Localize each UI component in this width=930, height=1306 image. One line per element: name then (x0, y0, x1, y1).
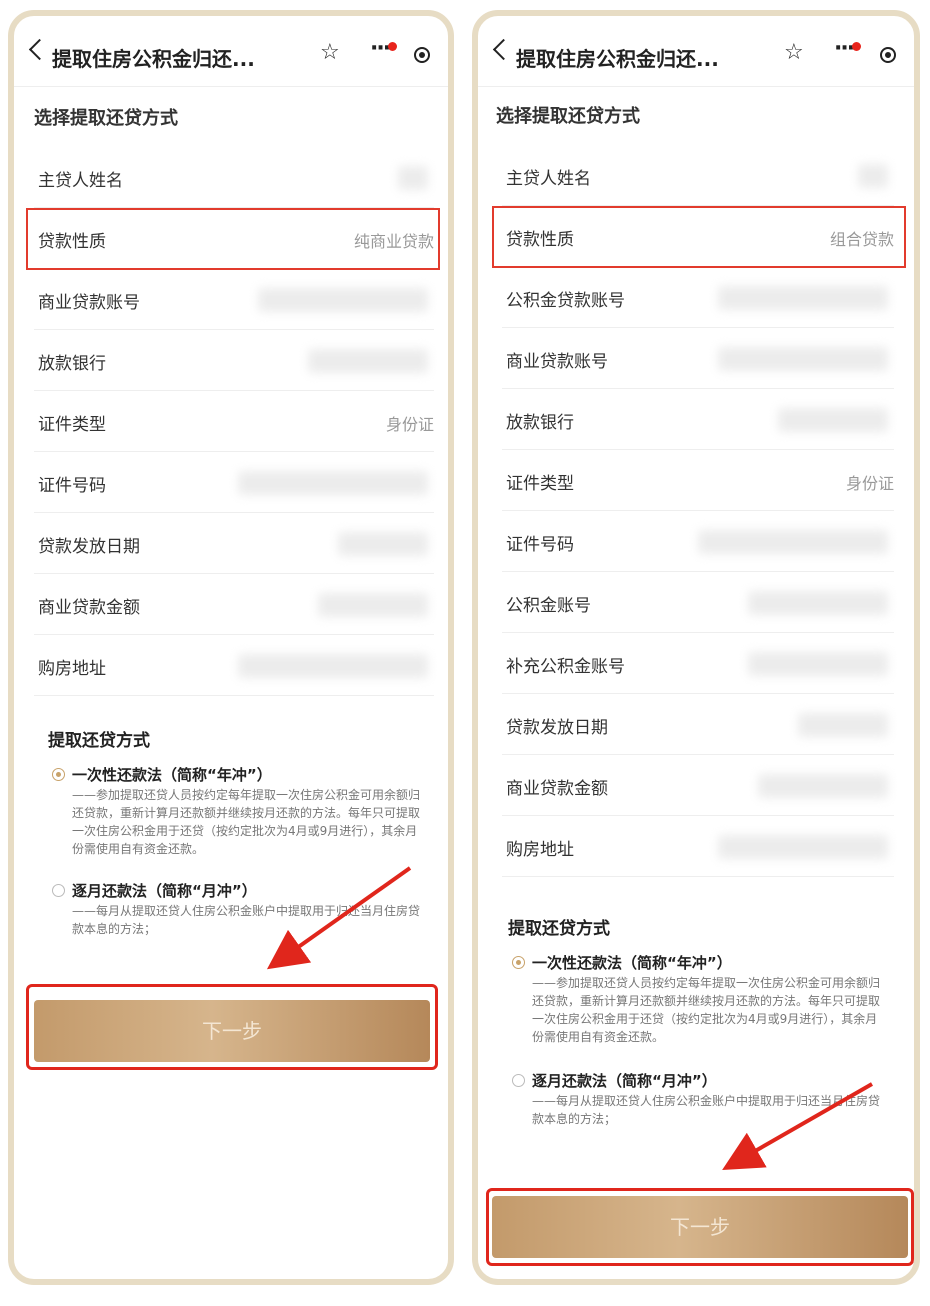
loan-type-highlight (492, 206, 906, 268)
form-row[interactable]: 放款银行 (34, 331, 434, 391)
star-icon[interactable]: ☆ (784, 42, 804, 64)
option-annual-desc: ——参加提取还贷人员按约定每年提取一次住房公积金可用余额归还贷款，重新计算月还款… (532, 976, 881, 1044)
form-row[interactable]: 购房地址 (502, 817, 894, 877)
form-row[interactable]: 商业贷款金额 (34, 575, 434, 635)
form-row[interactable]: 贷款发放日期 (502, 695, 894, 755)
phone-screen-left: 提取住房公积金归还... ☆ ··· 选择提取还贷方式 主贷人姓名 贷款性质 纯商业… (8, 10, 454, 1285)
form-row[interactable]: 证件号码 (34, 453, 434, 513)
field-label: 商业贷款金额 (38, 598, 140, 618)
field-label: 贷款发放日期 (506, 718, 608, 738)
option-monthly-desc: ——每月从提取还贷人住房公积金账户中提取用于归还当月住房贷款本息的方法； (72, 904, 421, 936)
star-icon[interactable]: ☆ (320, 42, 340, 64)
section-title: 选择提取还贷方式 (34, 108, 178, 129)
redacted-value (238, 654, 428, 678)
nav-title: 提取住房公积金归还... (516, 47, 719, 71)
section-title: 选择提取还贷方式 (496, 106, 640, 127)
record-circle-icon[interactable] (414, 47, 430, 63)
field-label: 商业贷款账号 (506, 352, 608, 372)
notification-dot-icon (852, 42, 861, 51)
field-label: 放款银行 (38, 354, 106, 374)
field-label: 证件类型 (38, 415, 106, 435)
more-dots-icon[interactable]: ··· (834, 38, 855, 60)
form-row[interactable]: 证件类型 身份证 (502, 451, 894, 511)
repayment-method-title: 提取还贷方式 (48, 731, 150, 751)
field-label: 证件号码 (506, 535, 574, 555)
radio-annual[interactable] (512, 956, 525, 969)
form-row[interactable]: 公积金贷款账号 (502, 268, 894, 328)
option-annual-desc: ——参加提取还贷人员按约定每年提取一次住房公积金可用余额归还贷款，重新计算月还款… (72, 788, 421, 856)
redacted-value (238, 471, 428, 495)
option-monthly-title[interactable]: 逐月还款法（简称“月冲”） (532, 1070, 717, 1091)
field-label: 商业贷款账号 (38, 293, 140, 313)
form-row[interactable]: 放款银行 (502, 390, 894, 450)
redacted-value (718, 835, 888, 859)
field-label: 放款银行 (506, 413, 574, 433)
field-label: 补充公积金账号 (506, 657, 625, 677)
nav-title: 提取住房公积金归还... (52, 47, 255, 71)
form-row[interactable]: 主贷人姓名 (34, 148, 434, 208)
redacted-value (698, 530, 888, 554)
notification-dot-icon (388, 42, 397, 51)
redacted-value (748, 652, 888, 676)
field-value: 身份证 (845, 474, 894, 493)
redacted-value (778, 408, 888, 432)
field-label: 购房地址 (38, 659, 106, 679)
redacted-value (748, 591, 888, 615)
form-row[interactable]: 贷款发放日期 (34, 514, 434, 574)
field-label: 商业贷款金额 (506, 779, 608, 799)
more-dots-icon[interactable]: ··· (370, 38, 391, 60)
nav-bar: 提取住房公积金归还... ☆ ··· (14, 16, 448, 86)
repayment-method-title: 提取还贷方式 (508, 919, 610, 939)
radio-monthly[interactable] (512, 1074, 525, 1087)
option-annual-title[interactable]: 一次性还款法（简称“年冲”） (72, 764, 272, 785)
loan-type-highlight (26, 208, 440, 270)
record-circle-icon[interactable] (880, 47, 896, 63)
option-annual-title[interactable]: 一次性还款法（简称“年冲”） (532, 952, 732, 973)
redacted-value (398, 166, 428, 190)
redacted-value (798, 713, 888, 737)
phone-screen-right: 提取住房公积金归还... ☆ ··· 选择提取还贷方式 主贷人姓名 贷款性质 组合贷… (472, 10, 920, 1285)
field-label: 主贷人姓名 (506, 169, 591, 189)
redacted-value (858, 164, 888, 188)
form-row[interactable]: 商业贷款金额 (502, 756, 894, 816)
form-row[interactable]: 购房地址 (34, 636, 434, 696)
redacted-value (718, 286, 888, 310)
form-row[interactable]: 公积金账号 (502, 573, 894, 633)
field-label: 公积金账号 (506, 596, 591, 616)
redacted-value (318, 593, 428, 617)
form-row[interactable]: 主贷人姓名 (502, 146, 894, 206)
nav-bar: 提取住房公积金归还... ☆ ··· (478, 16, 914, 86)
redacted-value (758, 774, 888, 798)
redacted-value (308, 349, 428, 373)
option-monthly-title[interactable]: 逐月还款法（简称“月冲”） (72, 880, 257, 901)
radio-monthly[interactable] (52, 884, 65, 897)
back-chevron-icon[interactable] (492, 38, 515, 61)
option-monthly-desc: ——每月从提取还贷人住房公积金账户中提取用于归还当月住房贷款本息的方法； (532, 1094, 881, 1126)
field-value: 身份证 (385, 415, 434, 434)
field-label: 公积金贷款账号 (506, 291, 625, 311)
form-row[interactable]: 商业贷款账号 (502, 329, 894, 389)
form-row[interactable]: 证件号码 (502, 512, 894, 572)
field-label: 证件类型 (506, 474, 574, 494)
back-chevron-icon[interactable] (28, 38, 51, 61)
field-label: 主贷人姓名 (38, 171, 123, 191)
next-button[interactable]: 下一步 (34, 1000, 430, 1062)
next-button[interactable]: 下一步 (492, 1196, 908, 1258)
form-row[interactable]: 补充公积金账号 (502, 634, 894, 694)
form-row[interactable]: 商业贷款账号 (34, 270, 434, 330)
field-label: 贷款发放日期 (38, 537, 140, 557)
redacted-value (338, 532, 428, 556)
redacted-value (718, 347, 888, 371)
redacted-value (258, 288, 428, 312)
field-label: 证件号码 (38, 476, 106, 496)
radio-annual[interactable] (52, 768, 65, 781)
field-label: 购房地址 (506, 840, 574, 860)
form-row[interactable]: 证件类型 身份证 (34, 392, 434, 452)
